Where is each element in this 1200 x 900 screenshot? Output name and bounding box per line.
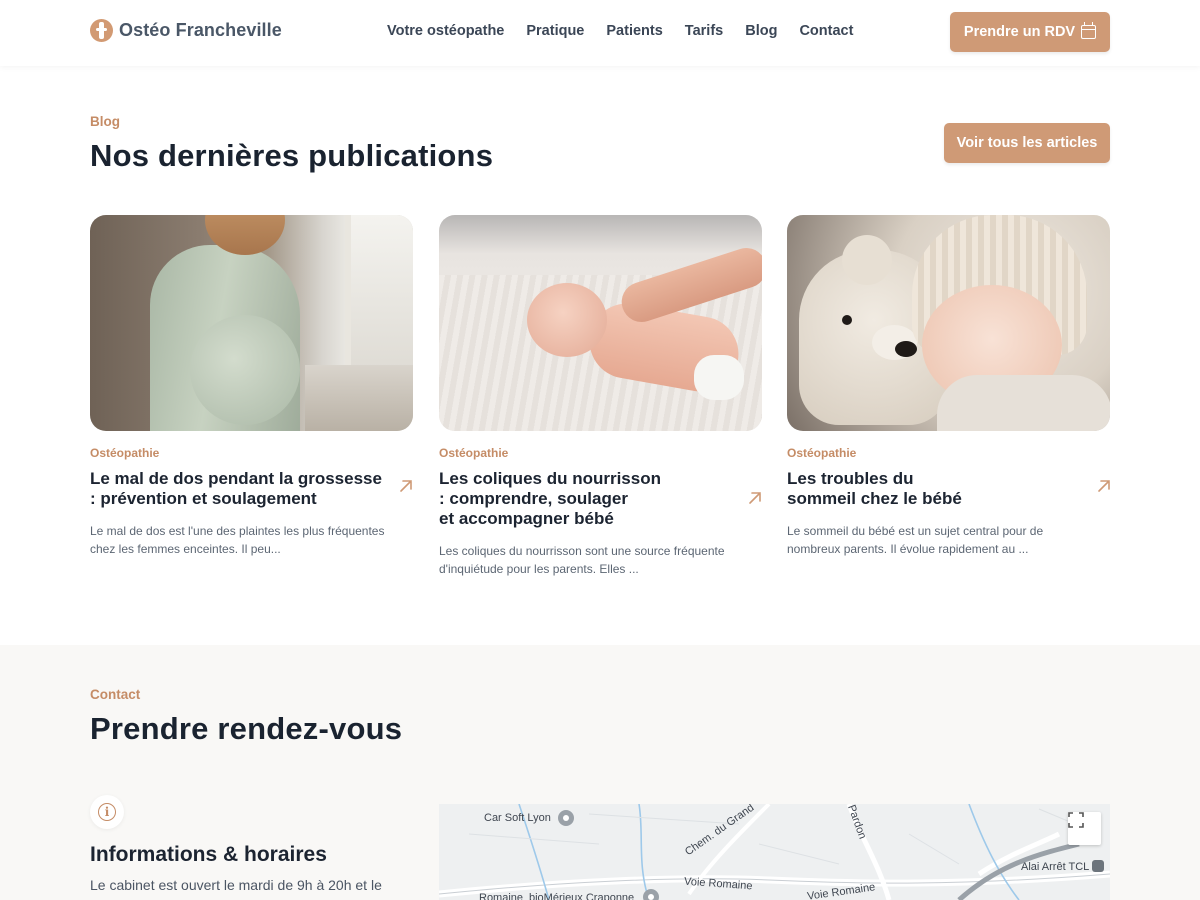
article-excerpt: Le sommeil du bébé est un sujet central … xyxy=(787,524,1044,556)
main-nav: Votre ostéopathe Pratique Patients Tarif… xyxy=(387,23,875,39)
logo-icon xyxy=(90,19,113,42)
article-image-pregnancy[interactable] xyxy=(90,215,413,431)
blog-eyebrow: Blog xyxy=(90,114,120,129)
article-category: Ostéopathie xyxy=(787,446,857,460)
article-image-sleeping-baby[interactable] xyxy=(787,215,1110,431)
book-appointment-button[interactable]: Prendre un RDV xyxy=(950,12,1110,52)
arrow-up-right-icon[interactable] xyxy=(747,490,763,506)
nav-link-votre-osteopathe[interactable]: Votre ostéopathe xyxy=(387,23,504,39)
article-title[interactable]: Les troubles du sommeil chez le bébé xyxy=(787,469,1097,509)
arrow-up-right-icon[interactable] xyxy=(398,478,414,494)
article-excerpt: Le mal de dos est l'une des plaintes les… xyxy=(90,524,385,556)
article-excerpt: Les coliques du nourrisson sont une sour… xyxy=(439,544,725,576)
map-label: bioMérieux Craponne xyxy=(529,892,635,900)
map-fullscreen-button[interactable] xyxy=(1068,812,1101,845)
blog-section-title: Nos dernières publications xyxy=(90,138,494,173)
nav-link-tarifs[interactable]: Tarifs xyxy=(685,23,723,39)
nav-link-contact[interactable]: Contact xyxy=(799,23,853,39)
nav-link-patients[interactable]: Patients xyxy=(606,23,662,39)
article-title[interactable]: Le mal de dos pendant la grossesse : pré… xyxy=(90,469,400,509)
info-title: Informations & horaires xyxy=(90,843,327,866)
article-category: Ostéopathie xyxy=(439,446,509,460)
book-appointment-label: Prendre un RDV xyxy=(963,24,1076,40)
contact-eyebrow: Contact xyxy=(90,687,141,702)
contact-section-title: Prendre rendez-vous xyxy=(90,711,403,746)
arrow-up-right-icon[interactable] xyxy=(1096,478,1112,494)
info-text: Le cabinet est ouvert le mardi de 9h à 2… xyxy=(90,877,382,893)
site-header: Ostéo Francheville Votre ostéopathe Prat… xyxy=(0,0,1200,66)
article-image-newborn[interactable] xyxy=(439,215,762,431)
map-label: Romaine xyxy=(479,892,524,900)
calendar-icon xyxy=(1081,22,1097,39)
fullscreen-icon xyxy=(1068,812,1084,828)
map-label: Car Soft Lyon xyxy=(484,812,551,824)
nav-link-blog[interactable]: Blog xyxy=(745,23,777,39)
location-map[interactable]: Car Soft Lyon Chem. du Grand Pardon Alai… xyxy=(439,804,1110,900)
map-label: Alai Arrêt TCL xyxy=(1021,861,1090,873)
nav-link-pratique[interactable]: Pratique xyxy=(526,23,584,39)
site-logo[interactable]: Ostéo Francheville xyxy=(90,19,282,42)
article-card-sleep[interactable]: Ostéopathie Les troubles du sommeil chez… xyxy=(787,215,1110,556)
article-title[interactable]: Les coliques du nourrisson : comprendre,… xyxy=(439,469,749,529)
logo-text: Ostéo Francheville xyxy=(119,20,282,40)
view-all-articles-button[interactable]: Voir tous les articles xyxy=(944,123,1110,163)
article-category: Ostéopathie xyxy=(90,446,160,460)
article-card-colic[interactable]: Ostéopathie Les coliques du nourrisson :… xyxy=(439,215,762,576)
info-icon: i xyxy=(90,795,124,829)
article-card-back-pain[interactable]: Ostéopathie Le mal de dos pendant la gro… xyxy=(90,215,413,556)
